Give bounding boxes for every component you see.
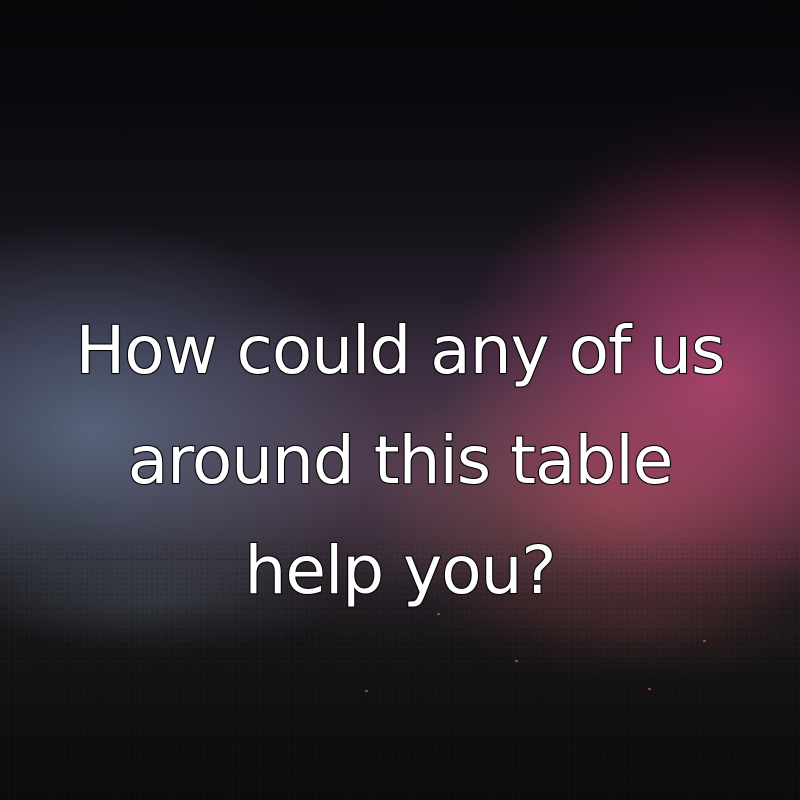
ember-spark <box>703 640 706 642</box>
quote-text: How could any of us around this table he… <box>0 296 800 626</box>
ember-spark <box>515 660 518 662</box>
ember-spark <box>648 688 651 690</box>
quote-line-3: help you? <box>244 531 558 610</box>
ember-spark <box>365 690 368 692</box>
quote-line-2: around this table <box>127 421 675 500</box>
smoky-background: How could any of us around this table he… <box>0 0 800 800</box>
quote-line-1: How could any of us <box>75 311 727 390</box>
dark-fog-top <box>0 0 800 260</box>
